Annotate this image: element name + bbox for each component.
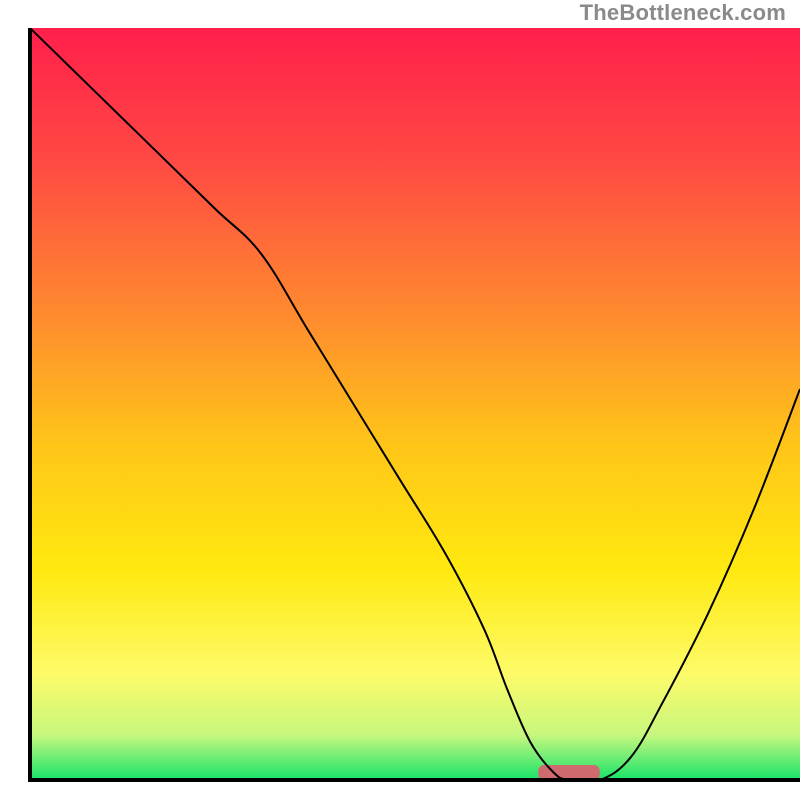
bottleneck-chart xyxy=(0,0,800,800)
chart-container: TheBottleneck.com xyxy=(0,0,800,800)
